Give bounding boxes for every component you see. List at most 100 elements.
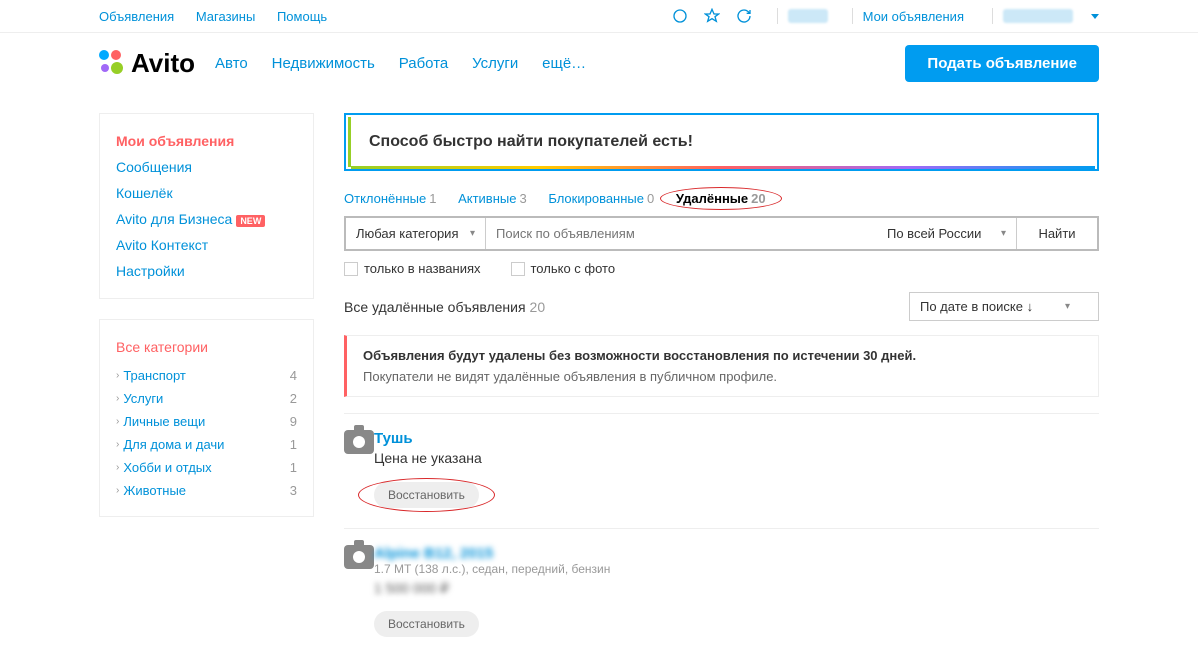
- cat-count: 3: [290, 483, 297, 498]
- cat-count: 1: [290, 437, 297, 452]
- topbar-link-shops[interactable]: Магазины: [196, 9, 256, 24]
- filter-photo-only[interactable]: только с фото: [511, 261, 616, 276]
- sidebar-item-context[interactable]: Avito Контекст: [116, 232, 297, 258]
- list-title: Все удалённые объявления20: [344, 299, 545, 315]
- banner-title: Способ быстро найти покупателей есть!: [369, 133, 1077, 151]
- promo-banner[interactable]: Способ быстро найти покупателей есть!: [344, 113, 1099, 171]
- topbar-link-ads[interactable]: Объявления: [99, 9, 174, 24]
- sidebar-menu: Мои объявления Сообщения Кошелёк Avito д…: [99, 113, 314, 299]
- topbar-my-ads[interactable]: Мои объявления: [863, 9, 964, 24]
- listing-price-blurred: 1 500 000 ₽: [374, 580, 610, 597]
- sidebar-cat-item[interactable]: › Хобби и отдых 1: [116, 456, 297, 479]
- nav-services[interactable]: Услуги: [472, 55, 518, 72]
- cat-count: 9: [290, 414, 297, 429]
- list-header: Все удалённые объявления20 По дате в пои…: [344, 292, 1099, 321]
- favorites-icon[interactable]: [703, 7, 721, 25]
- topbar-link-help[interactable]: Помощь: [277, 9, 327, 24]
- chevron-down-icon: ▾: [1065, 301, 1070, 312]
- cat-count: 2: [290, 391, 297, 406]
- refresh-icon[interactable]: [735, 7, 753, 25]
- search-category-select[interactable]: Любая категория▾: [346, 218, 486, 249]
- cat-label: Транспорт: [123, 368, 186, 383]
- filter-row: только в названиях только с фото: [344, 261, 1099, 276]
- chevron-right-icon: ›: [116, 416, 119, 427]
- chevron-down-icon: ▾: [1001, 228, 1006, 239]
- restore-button[interactable]: Восстановить: [374, 482, 479, 508]
- tab-Удалённые[interactable]: Удалённые20: [676, 191, 766, 206]
- chevron-right-icon: ›: [116, 485, 119, 496]
- tab-Активные[interactable]: Активные3: [458, 191, 527, 206]
- checkbox-icon: [344, 262, 358, 276]
- cat-count: 4: [290, 368, 297, 383]
- separator: [992, 8, 993, 24]
- post-ad-button[interactable]: Подать объявление: [905, 45, 1099, 82]
- sidebar-cats-head[interactable]: Все категории: [116, 334, 297, 360]
- username-blur[interactable]: [1003, 9, 1073, 23]
- topbar-right: Мои объявления: [671, 7, 1099, 25]
- tabs: Отклонённые1 Активные3 Блокированные0 Уд…: [344, 191, 1099, 206]
- user-region-blur: [788, 9, 828, 23]
- cat-label: Для дома и дачи: [123, 437, 224, 452]
- chevron-right-icon: ›: [116, 462, 119, 473]
- nav-job[interactable]: Работа: [399, 55, 449, 72]
- new-badge: NEW: [236, 215, 265, 227]
- listing-thumbnail[interactable]: [344, 430, 374, 508]
- listing-title-blurred[interactable]: Alpine B12, 2015: [374, 545, 610, 562]
- sidebar-item-business[interactable]: Avito для БизнесаNEW: [116, 206, 297, 232]
- sidebar-item-settings[interactable]: Настройки: [116, 258, 297, 284]
- warning-line-2: Покупатели не видят удалённые объявления…: [363, 369, 1082, 384]
- sidebar-cat-item[interactable]: › Услуги 2: [116, 387, 297, 410]
- nav-more[interactable]: ещё…: [542, 55, 586, 72]
- highlight-circle: Удалённые20: [676, 191, 766, 206]
- tab-Блокированные[interactable]: Блокированные0: [548, 191, 654, 206]
- listing-title[interactable]: Тушь: [374, 430, 482, 447]
- sidebar-cat-item[interactable]: › Животные 3: [116, 479, 297, 502]
- nav-auto[interactable]: Авто: [215, 55, 248, 72]
- search-region-select[interactable]: По всей России▾: [877, 218, 1017, 249]
- header-nav: Авто Недвижимость Работа Услуги ещё…: [215, 55, 606, 72]
- highlight-circle: Восстановить: [374, 482, 479, 508]
- logo-text: Avito: [131, 48, 195, 79]
- chevron-right-icon: ›: [116, 393, 119, 404]
- sidebar-cat-item[interactable]: › Для дома и дачи 1: [116, 433, 297, 456]
- cat-label: Услуги: [123, 391, 163, 406]
- listing-subtitle: 1.7 MT (138 л.с.), седан, передний, бенз…: [374, 562, 610, 576]
- camera-icon: [344, 545, 374, 569]
- nav-realty[interactable]: Недвижимость: [272, 55, 375, 72]
- topbar-left: Объявления Магазины Помощь: [99, 9, 345, 24]
- sidebar-cat-item[interactable]: › Транспорт 4: [116, 364, 297, 387]
- listing-item: Тушь Цена не указана Восстановить: [344, 413, 1099, 508]
- chevron-right-icon: ›: [116, 439, 119, 450]
- listing-item: Alpine B12, 2015 1.7 MT (138 л.с.), седа…: [344, 528, 1099, 637]
- cat-count: 1: [290, 460, 297, 475]
- header: Avito Авто Недвижимость Работа Услуги ещ…: [99, 33, 1099, 93]
- search-row: Любая категория▾ По всей России▾ Найти: [344, 216, 1099, 251]
- logo[interactable]: Avito: [99, 48, 195, 79]
- restore-button[interactable]: Восстановить: [374, 611, 479, 637]
- cat-label: Личные вещи: [123, 414, 205, 429]
- warning-box: Объявления будут удалены без возможности…: [344, 335, 1099, 397]
- search-input[interactable]: [486, 218, 877, 249]
- chevron-down-icon: ▾: [470, 228, 475, 239]
- separator: [777, 8, 778, 24]
- checkbox-icon: [511, 262, 525, 276]
- cat-label: Животные: [123, 483, 186, 498]
- sidebar-item-my-ads[interactable]: Мои объявления: [116, 128, 297, 154]
- cat-label: Хобби и отдых: [123, 460, 211, 475]
- chevron-down-icon[interactable]: [1091, 14, 1099, 19]
- messages-icon[interactable]: [671, 7, 689, 25]
- camera-icon: [344, 430, 374, 454]
- sort-select[interactable]: По дате в поиске ↓▾: [909, 292, 1099, 321]
- filter-titles-only[interactable]: только в названиях: [344, 261, 481, 276]
- warning-line-1: Объявления будут удалены без возможности…: [363, 348, 1082, 363]
- separator: [852, 8, 853, 24]
- listing-thumbnail[interactable]: [344, 545, 374, 637]
- sidebar-item-messages[interactable]: Сообщения: [116, 154, 297, 180]
- chevron-right-icon: ›: [116, 370, 119, 381]
- sidebar-cat-item[interactable]: › Личные вещи 9: [116, 410, 297, 433]
- sidebar-item-wallet[interactable]: Кошелёк: [116, 180, 297, 206]
- search-button[interactable]: Найти: [1017, 218, 1097, 249]
- sidebar-categories: Все категории › Транспорт 4 › Услуги 2 › Личные…: [99, 319, 314, 517]
- tab-Отклонённые[interactable]: Отклонённые1: [344, 191, 436, 206]
- listing-price: Цена не указана: [374, 450, 482, 466]
